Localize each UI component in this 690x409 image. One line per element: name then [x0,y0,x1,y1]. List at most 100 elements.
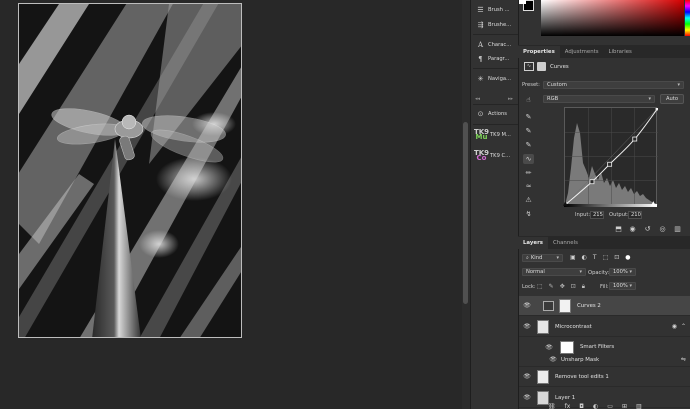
panel-navigator[interactable]: ✳ Naviga... [473,71,518,87]
tab-adjustments[interactable]: Adjustments [560,46,604,58]
fill-field[interactable]: 100% ▾ [609,282,636,290]
panel-paragraph[interactable]: ¶ Paragr... [473,51,518,67]
auto-button[interactable]: Auto [660,94,684,104]
character-icon: A [477,41,484,49]
filter-adjustment-icon[interactable]: ◐ [582,254,587,261]
curve-control-point[interactable] [607,161,613,167]
white-point-slider-icon[interactable]: ▲ [651,200,656,207]
smart-filter-icon[interactable]: ◉ [672,323,677,330]
panel-actions[interactable]: ⊙ Actions [473,106,518,122]
lock-position-icon[interactable]: ✥ [560,283,565,291]
eyedropper-white-icon[interactable]: ✎ [523,140,534,150]
new-layer-icon[interactable]: ⊞ [622,403,627,409]
layer-mask-thumbnail[interactable] [559,298,571,313]
curves-adjustment-icon: ∿ [524,62,534,71]
filter-options-icon[interactable]: ⇋ [681,356,686,363]
input-label: Input: [575,212,591,218]
pencil-icon[interactable]: ✏ [523,168,534,178]
panel-collapse-grip[interactable]: ◂◂ ▸▸ [472,96,516,102]
tab-properties[interactable]: Properties [518,46,560,58]
smart-filter-mask-thumbnail[interactable] [560,340,574,354]
preset-dropdown[interactable]: Custom ▾ [543,81,684,89]
panel-tk9-comp[interactable]: TK9 Co TK9 C... [473,148,518,163]
brushes-icon: ⇶ [477,21,484,29]
eye-icon[interactable]: 👁︎ [521,394,533,401]
filter-pixel-icon[interactable]: ▣ [570,254,576,261]
layer-row-microcontrast[interactable]: 👁︎ Microcontrast ◉ ⌃ [519,317,690,337]
eye-icon[interactable]: 👁︎ [521,323,533,330]
chevron-down-icon: ▾ [629,283,632,289]
channel-dropdown[interactable]: RGB ▾ [543,95,655,103]
background-color-swatch[interactable] [519,0,526,4]
canvas-scrollbar-thumb[interactable] [463,122,468,304]
layer-mask-icon[interactable] [537,62,546,71]
eye-icon[interactable]: 👁︎ [543,344,555,351]
preset-label: Preset: [522,82,540,88]
color-field[interactable] [541,0,684,36]
paragraph-icon: ¶ [478,55,483,63]
blend-mode-dropdown[interactable]: Normal ▾ [522,268,586,276]
tab-layers[interactable]: Layers [518,237,548,249]
new-adjustment-icon[interactable]: ◐ [593,403,598,409]
layer-name: Microcontrast [555,323,592,330]
reset-curve-icon[interactable]: ↯ [523,209,534,219]
dragonfly-photo [19,4,241,337]
panel-brush-settings[interactable]: ☰ Brush ... [473,2,518,18]
lock-image-icon[interactable]: ✎ [549,283,554,291]
layer-row-unsharp-mask[interactable]: 👁︎ Unsharp Mask ⇋ [519,353,690,367]
filter-toggle-icon[interactable]: ● [625,254,630,261]
opacity-label: Opacity: [588,270,610,276]
tk9-mask-icon: TK9 Mu [474,128,489,140]
layer-filter-dropdown[interactable]: ⌕ Kind ▾ [522,254,563,262]
opacity-field[interactable]: 100% ▾ [609,268,636,276]
eye-icon[interactable]: 👁︎ [521,373,533,380]
hue-slider[interactable] [685,0,690,36]
layers-bottom-bar: ⛓︎ fx ◘ ◐ ▭ ⊞ ▥ [548,403,688,409]
eyedropper-gray-icon[interactable]: ✎ [523,126,534,136]
lock-icons: ⬚ ✎ ✥ ⊡ 🔒︎ [537,283,585,291]
clipping-warning-icon[interactable]: ⚠ [523,195,534,205]
preset-value: Custom [547,82,567,88]
filter-type-icon[interactable]: T [593,254,597,261]
link-layers-icon[interactable]: ⛓︎ [548,403,556,409]
curve-control-point[interactable] [632,136,638,142]
fx-icon[interactable]: fx [565,403,571,409]
input-field[interactable]: 215 [590,211,604,219]
trash-icon[interactable]: ▥ [673,224,682,233]
view-previous-icon[interactable]: ◉ [628,224,637,233]
clip-to-layer-icon[interactable]: ⬒ [614,224,623,233]
curve-edit-points-icon[interactable]: ∿ [523,154,534,164]
reset-icon[interactable]: ↺ [643,224,652,233]
panel-tk9-mask[interactable]: TK9 Mu TK9 M... [473,127,518,142]
lock-all-icon[interactable]: 🔒︎ [582,283,585,291]
eyedropper-black-icon[interactable]: ✎ [523,112,534,122]
lock-transparent-icon[interactable]: ⬚ [537,283,543,291]
panel-brushes[interactable]: ⇶ Brushe... [473,17,518,33]
target-adjust-icon[interactable]: ☝ [523,95,534,105]
curve-control-point[interactable] [655,105,661,111]
document-image[interactable] [18,3,242,338]
black-point-slider-icon[interactable]: ▲ [563,200,568,207]
new-group-icon[interactable]: ▭ [607,403,613,409]
layer-name: Smart Filters [580,344,615,350]
filter-shape-icon[interactable]: ⬚ [603,254,609,261]
layer-row-remove-tool-edits[interactable]: 👁︎ Remove tool edits 1 [519,367,690,387]
layer-row-curves-2[interactable]: 👁︎ Curves 2 [519,296,690,316]
tab-channels[interactable]: Channels [548,237,583,249]
curve-control-point[interactable] [589,179,595,185]
output-field[interactable]: 210 [628,211,642,219]
smooth-curve-icon[interactable]: ≈ [523,181,534,191]
expand-collapse-icon[interactable]: ⌃ [681,323,686,330]
lock-artboard-icon[interactable]: ⊡ [571,283,576,291]
eye-icon[interactable]: 👁︎ [521,302,533,309]
delete-layer-icon[interactable]: ▥ [636,403,642,409]
tab-libraries[interactable]: Libraries [604,46,637,58]
adjustment-title: Curves [550,64,569,70]
visibility-icon[interactable]: ◎ [658,224,667,233]
curves-graph[interactable] [562,105,661,208]
add-mask-icon[interactable]: ◘ [579,403,584,409]
layers-tabs: Layers Channels [518,236,690,249]
filter-smart-icon[interactable]: ⊡ [614,254,619,261]
eye-icon[interactable]: 👁︎ [547,356,559,363]
layer-thumbnail [537,369,549,384]
